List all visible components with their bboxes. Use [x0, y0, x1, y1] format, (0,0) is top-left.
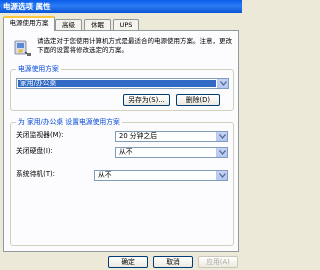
ok-button[interactable]: 确定: [108, 256, 148, 268]
scheme-settings-group: 为 家用/办公桌 设置电源使用方案 关闭监视器(M): 20 分钟之后 关闭硬盘…: [10, 118, 234, 246]
power-plug-icon: [14, 40, 31, 56]
tab-panel: 请选定对于您使用计算机方式是最适合的电源使用方案。注意，更改下面的设置将修改选定…: [3, 30, 239, 252]
system-standby-select[interactable]: 从不: [94, 170, 228, 181]
cancel-button[interactable]: 取消: [153, 256, 193, 268]
tab-power-schemes[interactable]: 电源使用方案: [3, 16, 55, 31]
system-standby-label: 系统待机(T):: [16, 170, 55, 178]
tab-advanced[interactable]: 高级: [55, 19, 82, 30]
save-as-button[interactable]: 另存为(S)...: [123, 94, 170, 106]
power-scheme-select[interactable]: 家用/办公桌: [16, 78, 229, 89]
monitor-off-select[interactable]: 20 分钟之后: [115, 131, 228, 142]
scheme-settings-group-title: 为 家用/办公桌 设置电源使用方案: [16, 118, 122, 127]
power-scheme-group: 电源使用方案 家用/办公桌 另存为(S)... 删除(D): [10, 65, 234, 111]
monitor-off-label: 关闭监视器(M):: [16, 131, 64, 139]
chevron-down-icon[interactable]: [216, 132, 227, 141]
power-scheme-value: 家用/办公桌: [20, 79, 57, 87]
tab-strip: 电源使用方案 高级 休眠 UPS: [3, 16, 239, 31]
chevron-down-icon[interactable]: [216, 148, 227, 157]
window-title: 电源选项 属性: [3, 2, 51, 11]
hard-disk-off-select[interactable]: 从不: [115, 147, 228, 158]
apply-button[interactable]: 应用(A): [198, 256, 238, 268]
tab-hibernate[interactable]: 休眠: [84, 19, 111, 30]
power-scheme-group-title: 电源使用方案: [16, 65, 61, 74]
chevron-down-icon[interactable]: [216, 171, 227, 180]
title-bar: 电源选项 属性: [0, 0, 242, 13]
hard-disk-off-value: 从不: [119, 148, 133, 156]
description-text: 请选定对于您使用计算机方式是最适合的电源使用方案。注意，更改下面的设置将修改选定…: [37, 37, 232, 54]
delete-button[interactable]: 删除(D): [176, 94, 220, 106]
tab-ups[interactable]: UPS: [113, 19, 139, 30]
chevron-down-icon[interactable]: [217, 79, 228, 88]
hard-disk-off-label: 关闭硬盘(I):: [16, 147, 53, 155]
system-standby-value: 从不: [98, 171, 112, 179]
monitor-off-value: 20 分钟之后: [119, 132, 157, 140]
